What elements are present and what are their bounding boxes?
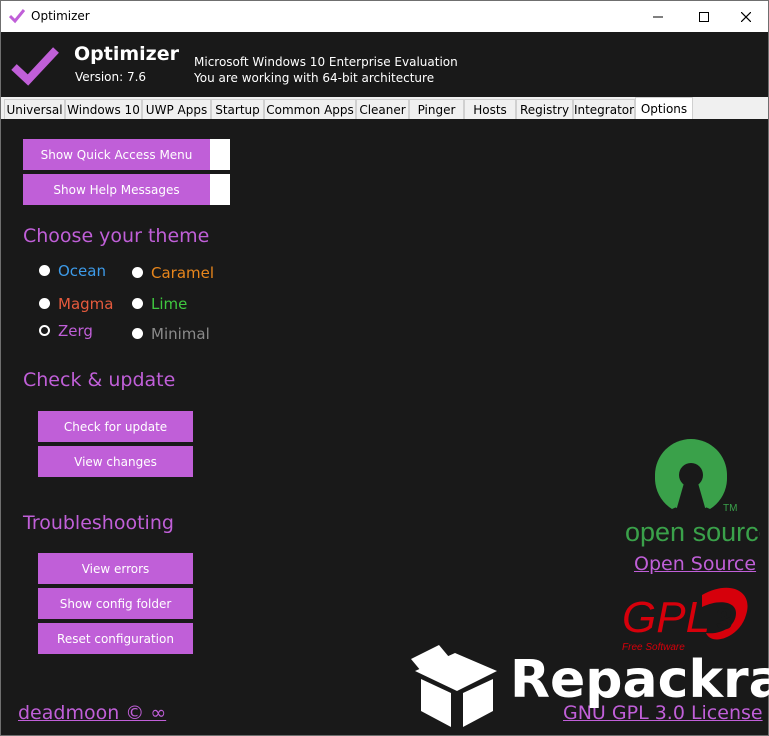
tab-registry[interactable]: Registry (516, 99, 573, 119)
tab-startup[interactable]: Startup (211, 99, 264, 119)
tab-universal[interactable]: Universal (4, 99, 65, 119)
options-panel: Show Quick Access Menu Show Help Message… (5, 119, 769, 731)
open-source-logo-text: open source (625, 517, 760, 547)
show-config-folder-button[interactable]: Show config folder (38, 588, 193, 619)
help-messages-toggle[interactable]: Show Help Messages (23, 174, 210, 205)
title-bar: Optimizer (1, 1, 768, 32)
quick-access-toggle-indicator[interactable] (210, 139, 230, 170)
maximize-button[interactable] (681, 1, 727, 32)
tab-integrator[interactable]: Integrator (573, 99, 635, 119)
app-logo-check-icon (11, 47, 59, 86)
close-button[interactable] (723, 1, 769, 32)
theme-zerg-radio[interactable] (39, 325, 50, 336)
help-messages-toggle-indicator[interactable] (210, 174, 230, 205)
tab-hosts[interactable]: Hosts (464, 99, 516, 119)
theme-minimal-radio[interactable] (132, 328, 143, 339)
app-header: Optimizer Version: 7.6 Microsoft Windows… (1, 32, 768, 96)
theme-section-title: Choose your theme (23, 225, 210, 247)
check-for-update-button[interactable]: Check for update (38, 411, 193, 442)
tab-uwp-apps[interactable]: UWP Apps (142, 99, 211, 119)
reset-configuration-button[interactable]: Reset configuration (38, 623, 193, 654)
tab-options[interactable]: Options (635, 97, 693, 119)
app-version: Version: 7.6 (75, 70, 147, 84)
update-section-title: Check & update (23, 369, 176, 391)
theme-zerg-label[interactable]: Zerg (58, 322, 93, 340)
svg-text:3: 3 (716, 603, 733, 636)
open-source-logo-icon[interactable]: TM open source (620, 431, 760, 549)
window-title: Optimizer (31, 9, 90, 23)
theme-magma-radio[interactable] (39, 298, 50, 309)
gpl-logo-text: GPL (622, 593, 710, 642)
arch-info: You are working with 64-bit architecture (194, 71, 435, 85)
watermark-text: Repackra (510, 650, 769, 710)
theme-ocean-radio[interactable] (39, 265, 50, 276)
tab-cleaner[interactable]: Cleaner (356, 99, 409, 119)
quick-access-menu-toggle[interactable]: Show Quick Access Menu (23, 139, 210, 170)
tab-common-apps[interactable]: Common Apps (264, 99, 356, 119)
svg-text:TM: TM (723, 503, 737, 514)
minimize-icon (653, 16, 663, 17)
theme-caramel-radio[interactable] (132, 267, 143, 278)
tab-windows-10[interactable]: Windows 10 (65, 99, 142, 119)
watermark-box-icon (411, 645, 497, 727)
tab-pinger[interactable]: Pinger (409, 99, 464, 119)
close-icon (741, 11, 751, 22)
app-name: Optimizer (74, 43, 179, 65)
minimize-button[interactable] (635, 1, 681, 32)
theme-magma-label[interactable]: Magma (58, 295, 113, 313)
app-check-icon (9, 9, 25, 24)
optimizer-window: Optimizer Optimizer Version: 7.6 Microso… (0, 0, 769, 736)
theme-caramel-label[interactable]: Caramel (151, 264, 214, 282)
author-link[interactable]: deadmoon © ∞ (18, 702, 166, 724)
theme-minimal-label[interactable]: Minimal (151, 325, 210, 343)
theme-ocean-label[interactable]: Ocean (58, 262, 106, 280)
os-info: Microsoft Windows 10 Enterprise Evaluati… (194, 55, 458, 69)
open-source-link[interactable]: Open Source (634, 553, 756, 575)
theme-lime-radio[interactable] (132, 298, 143, 309)
view-changes-button[interactable]: View changes (38, 446, 193, 477)
view-errors-button[interactable]: View errors (38, 553, 193, 584)
tab-bar: Universal Windows 10 UWP Apps Startup Co… (1, 97, 768, 119)
troubleshooting-section-title: Troubleshooting (23, 512, 174, 534)
theme-lime-label[interactable]: Lime (151, 295, 187, 313)
maximize-icon (699, 11, 709, 22)
